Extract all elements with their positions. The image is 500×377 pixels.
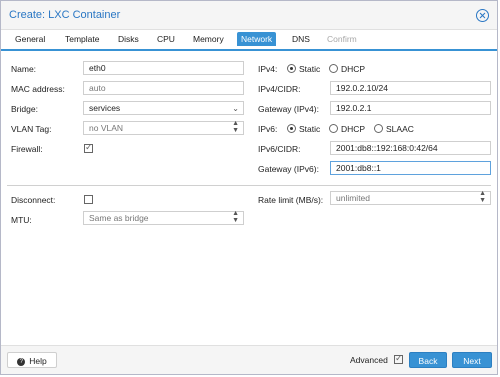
bridge-select[interactable]: services ⌄ xyxy=(83,101,244,115)
create-lxc-dialog: Create: LXC Container General Template D… xyxy=(0,0,498,375)
advanced-label: Advanced xyxy=(350,355,388,365)
ipv6-slaac-label: SLAAC xyxy=(386,124,414,134)
gateway-ipv6-input[interactable]: 2001:db8::1 xyxy=(330,161,491,175)
rate-limit-placeholder: unlimited xyxy=(336,193,371,203)
help-label: Help xyxy=(29,356,47,366)
disconnect-label: Disconnect: xyxy=(11,195,56,205)
firewall-checkbox[interactable] xyxy=(84,142,93,153)
tab-confirm: Confirm xyxy=(327,34,357,44)
title-bar: Create: LXC Container xyxy=(1,1,497,30)
ipv6-cidr-value: 2001:db8::192:168:0:42/64 xyxy=(336,143,438,153)
ipv4-cidr-value: 192.0.2.10/24 xyxy=(336,83,388,93)
close-icon[interactable] xyxy=(476,9,489,22)
ipv4-static-label: Static xyxy=(299,64,321,74)
ipv4-dhcp-radio[interactable] xyxy=(329,64,338,73)
tab-general[interactable]: General xyxy=(11,32,49,46)
tab-cpu[interactable]: CPU xyxy=(153,32,179,46)
tab-bar: General Template Disks CPU Memory Networ… xyxy=(1,29,497,51)
tab-template[interactable]: Template xyxy=(61,32,104,46)
bridge-value: services xyxy=(89,103,121,113)
tab-network[interactable]: Network xyxy=(237,32,277,46)
ipv4-dhcp-label: DHCP xyxy=(341,64,366,74)
ipv4-label: IPv4: xyxy=(258,64,278,74)
mtu-label: MTU: xyxy=(11,215,32,225)
mtu-input[interactable]: Same as bridge ▲ ▼ xyxy=(83,210,244,225)
dialog-title: Create: LXC Container xyxy=(9,9,121,21)
gateway-ipv4-input[interactable]: 192.0.2.1 xyxy=(330,101,491,115)
chevron-down-icon: ⌄ xyxy=(232,104,239,113)
advanced-checkbox[interactable] xyxy=(394,353,403,364)
advanced-separator xyxy=(7,185,491,186)
name-label: Name: xyxy=(11,64,37,74)
next-button[interactable]: Next xyxy=(452,352,492,368)
ipv4-static-radio[interactable] xyxy=(287,64,296,73)
spinner-icon[interactable]: ▲ ▼ xyxy=(479,190,486,204)
tab-dns[interactable]: DNS xyxy=(288,32,314,46)
ipv4-cidr-label: IPv4/CIDR: xyxy=(258,84,301,94)
ipv6-dhcp-label: DHCP xyxy=(341,124,366,134)
bridge-label: Bridge: xyxy=(11,104,38,114)
gateway-ipv6-value: 2001:db8::1 xyxy=(336,163,381,173)
vlan-tag-input[interactable]: no VLAN ▲ ▼ xyxy=(83,120,244,135)
ipv6-static-label: Static xyxy=(299,124,321,134)
help-icon: ? xyxy=(17,357,26,366)
tab-disks[interactable]: Disks xyxy=(114,32,143,46)
ipv6-static-radio[interactable] xyxy=(287,124,296,133)
firewall-label: Firewall: xyxy=(11,144,43,154)
mac-address-input[interactable]: auto xyxy=(83,81,244,95)
spinner-icon[interactable]: ▲ ▼ xyxy=(232,210,239,224)
rate-limit-input[interactable]: unlimited ▲ ▼ xyxy=(330,190,491,205)
rate-limit-label: Rate limit (MB/s): xyxy=(258,195,324,205)
tab-memory[interactable]: Memory xyxy=(189,32,228,46)
ipv6-cidr-input[interactable]: 2001:db8::192:168:0:42/64 xyxy=(330,141,491,155)
vlan-label: VLAN Tag: xyxy=(11,124,52,134)
ipv6-dhcp-radio[interactable] xyxy=(329,124,338,133)
mtu-placeholder: Same as bridge xyxy=(89,213,149,223)
ipv6-cidr-label: IPv6/CIDR: xyxy=(258,144,301,154)
gateway-ipv6-label: Gateway (IPv6): xyxy=(258,164,319,174)
ipv4-cidr-input[interactable]: 192.0.2.10/24 xyxy=(330,81,491,95)
name-input[interactable]: eth0 xyxy=(83,61,244,75)
mac-label: MAC address: xyxy=(11,84,65,94)
help-button[interactable]: ? Help xyxy=(7,352,57,368)
name-value: eth0 xyxy=(89,63,106,73)
gateway-ipv4-label: Gateway (IPv4): xyxy=(258,104,319,114)
spinner-icon[interactable]: ▲ ▼ xyxy=(232,120,239,134)
vlan-placeholder: no VLAN xyxy=(89,123,124,133)
disconnect-checkbox[interactable] xyxy=(84,195,93,204)
back-button[interactable]: Back xyxy=(409,352,447,368)
gateway-ipv4-value: 192.0.2.1 xyxy=(336,103,372,113)
ipv6-label: IPv6: xyxy=(258,124,278,134)
ipv6-slaac-radio[interactable] xyxy=(374,124,383,133)
footer-bar: ?Help Advanced Back Next xyxy=(1,345,497,374)
mac-placeholder: auto xyxy=(89,83,106,93)
